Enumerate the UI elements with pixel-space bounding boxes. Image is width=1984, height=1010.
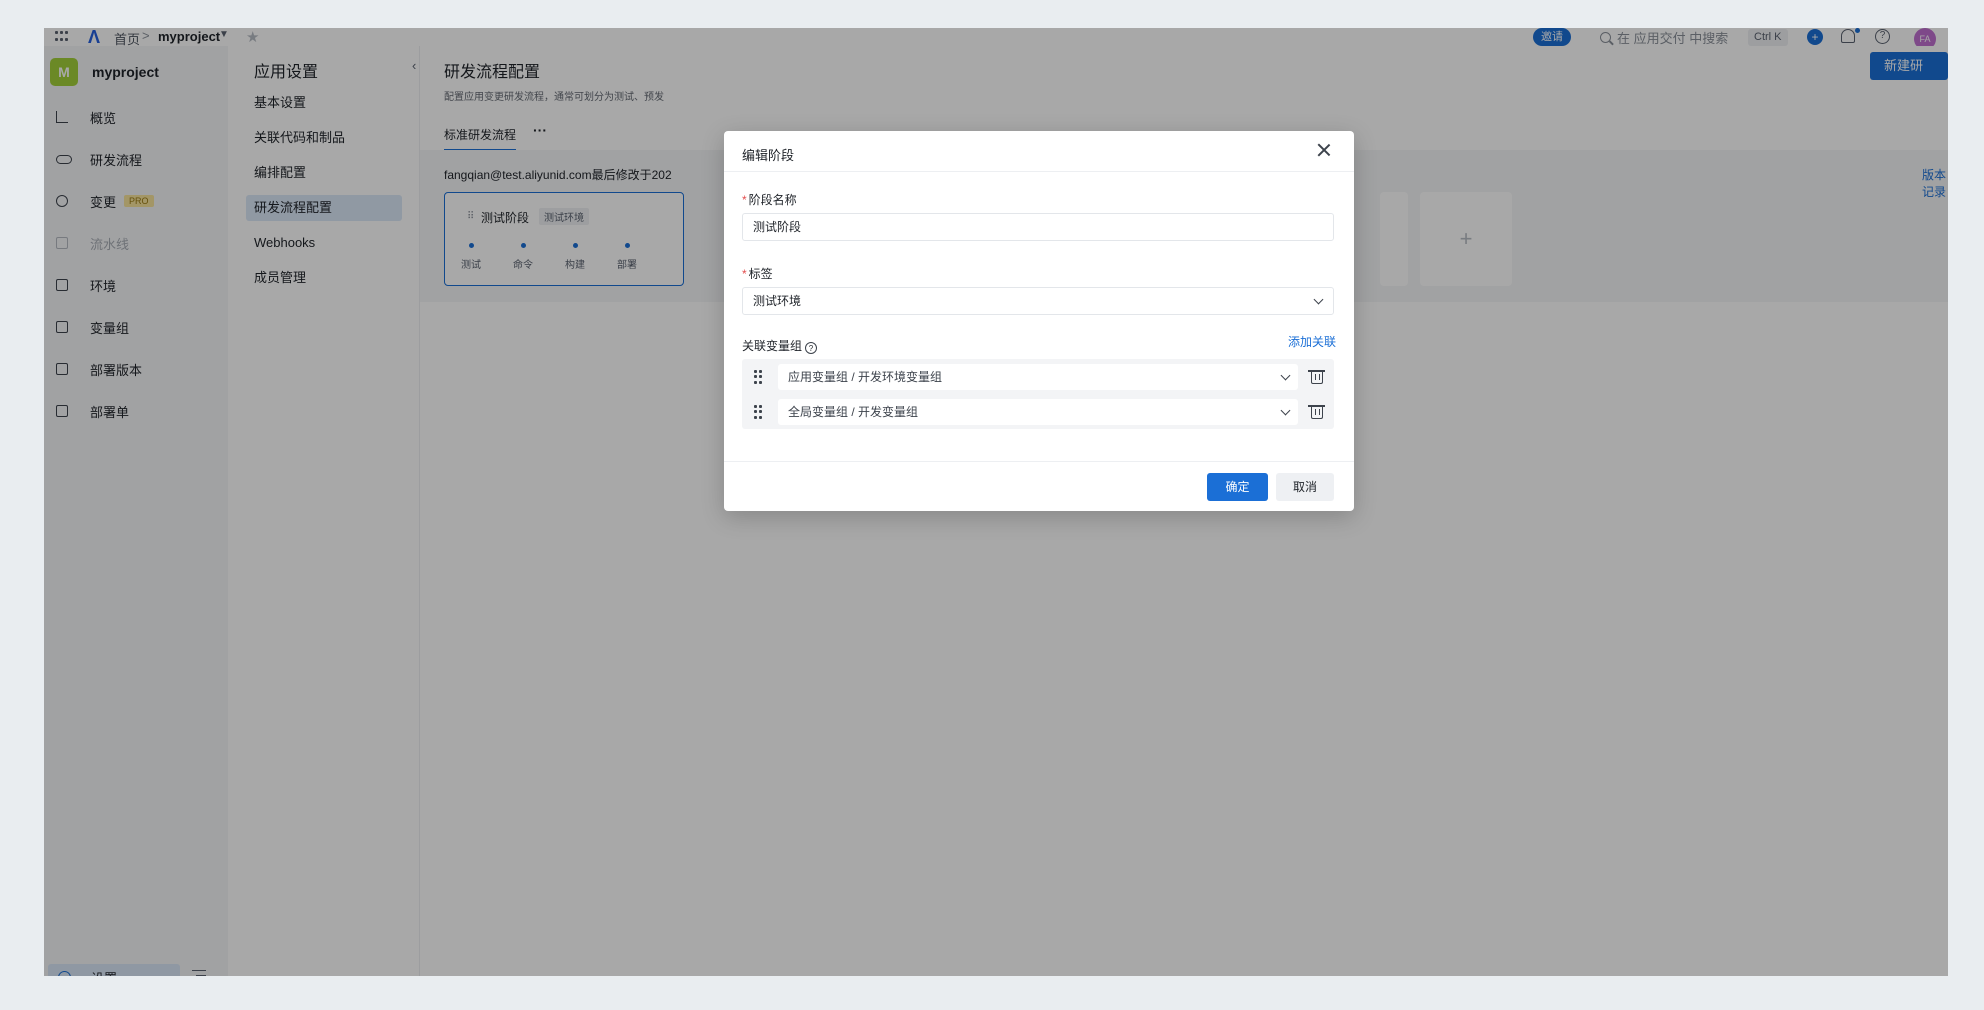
help-icon[interactable]: ? (805, 342, 818, 354)
add-association-link[interactable]: 添加关联 (1288, 333, 1336, 350)
chevron-down-icon (1280, 405, 1291, 416)
tag-select[interactable]: 测试环境 (742, 287, 1334, 315)
variable-group-value: 全局变量组 / 开发变量组 (788, 405, 919, 419)
app-window: Λ 首页 > myproject ▼ ★ 邀请 在 应用交付 中搜索 Ctrl … (44, 28, 1948, 976)
trash-icon[interactable] (1308, 370, 1325, 384)
variable-group-select[interactable]: 应用变量组 / 开发环境变量组 (778, 364, 1298, 390)
variable-group-list: 应用变量组 / 开发环境变量组 全局变量组 / 开发变量组 (742, 359, 1334, 429)
edit-stage-dialog: 编辑阶段 * 阶段名称 测试阶段 * 标签 测试环境 关联变量组? 添加关联 应用变… (724, 131, 1354, 511)
tag-select-value: 测试环境 (753, 294, 802, 308)
divider (724, 171, 1354, 172)
drag-handle-icon[interactable] (754, 405, 762, 419)
chevron-down-icon (1313, 294, 1324, 305)
close-icon[interactable] (1315, 141, 1333, 159)
stage-name-input[interactable]: 测试阶段 (742, 213, 1334, 241)
variable-group-select[interactable]: 全局变量组 / 开发变量组 (778, 399, 1298, 425)
drag-handle-icon[interactable] (754, 370, 762, 384)
variable-group-value: 应用变量组 / 开发环境变量组 (788, 370, 943, 384)
variable-group-row: 全局变量组 / 开发变量组 (742, 399, 1334, 425)
required-marker: * (742, 267, 747, 281)
confirm-button[interactable]: 确定 (1207, 473, 1268, 501)
tag-label: * 标签 (742, 267, 773, 281)
trash-icon[interactable] (1308, 405, 1325, 419)
variable-group-label: 关联变量组? (742, 337, 818, 354)
cancel-button[interactable]: 取消 (1276, 473, 1334, 501)
required-marker: * (742, 193, 747, 207)
variable-group-row: 应用变量组 / 开发环境变量组 (742, 364, 1334, 390)
stage-name-label: * 阶段名称 (742, 193, 797, 207)
chevron-down-icon (1280, 370, 1291, 381)
divider (724, 461, 1354, 462)
dialog-title: 编辑阶段 (742, 148, 795, 163)
